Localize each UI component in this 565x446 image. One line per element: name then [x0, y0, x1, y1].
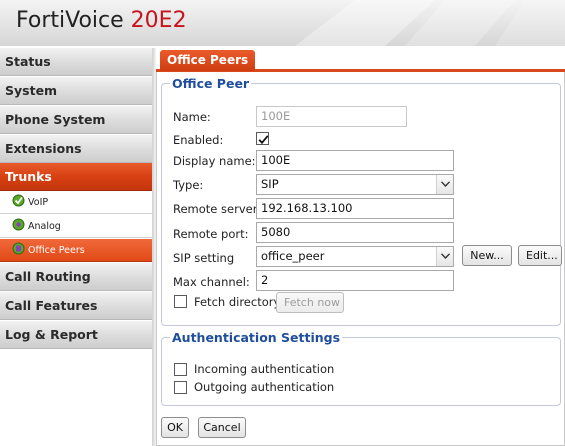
office-peers-icon — [12, 242, 25, 255]
new-sip-setting-button[interactable]: New... — [462, 245, 512, 266]
product-model: 20E2 — [130, 8, 187, 33]
product-name: FortiVoice — [16, 8, 124, 33]
incoming-authentication-label: Incoming authentication — [194, 362, 335, 376]
outgoing-authentication-label: Outgoing authentication — [194, 380, 335, 394]
checkmark-icon — [258, 135, 269, 145]
authentication-legend: Authentication Settings — [172, 330, 341, 345]
max-channel-input[interactable]: 2 — [256, 270, 454, 291]
subnav-item-analog[interactable]: Analog — [0, 215, 152, 238]
name-label: Name: — [173, 110, 211, 124]
subnav-item-voip[interactable]: VoIP — [0, 191, 152, 214]
subnav-label-office-peers: Office Peers — [28, 245, 85, 256]
cancel-button[interactable]: Cancel — [198, 417, 246, 438]
fetch-directory-label: Fetch directory — [194, 295, 281, 309]
sidebar-item-status[interactable]: Status — [0, 48, 152, 76]
type-select-value: SIP — [261, 177, 279, 191]
sidebar-item-trunks[interactable]: Trunks — [0, 163, 152, 191]
subnav-label-analog: Analog — [28, 221, 61, 232]
sidebar-item-extensions[interactable]: Extensions — [0, 135, 152, 163]
outgoing-authentication-checkbox[interactable] — [174, 381, 187, 394]
form-content: Office Peer Name: 100E Enabled: Display … — [156, 72, 565, 446]
display-name-label: Display name: — [173, 154, 256, 168]
remote-server-input[interactable]: 192.168.13.100 — [256, 198, 454, 219]
fetch-directory-checkbox[interactable] — [174, 295, 187, 308]
sip-setting-dropdown-arrow[interactable] — [436, 247, 453, 266]
subnav-label-voip: VoIP — [28, 197, 49, 208]
enabled-checkbox[interactable] — [256, 132, 269, 145]
name-field: 100E — [256, 106, 407, 127]
enabled-label: Enabled: — [173, 133, 224, 147]
type-dropdown-arrow[interactable] — [436, 175, 453, 194]
sip-setting-select-value: office_peer — [261, 249, 325, 263]
main-panel: Office Peers Office Peer Name: 100E Enab… — [156, 48, 565, 446]
product-title: FortiVoice 20E2 — [16, 8, 187, 33]
remote-port-input[interactable]: 5080 — [256, 222, 454, 243]
remote-port-label: Remote port: — [173, 227, 249, 241]
tab-bar: Office Peers — [156, 48, 565, 72]
remote-server-label: Remote server: — [173, 202, 262, 216]
office-peer-legend: Office Peer — [172, 76, 250, 91]
analog-icon — [12, 218, 25, 231]
ok-button[interactable]: OK — [161, 417, 189, 438]
app-header: FortiVoice 20E2 — [0, 0, 565, 46]
sidebar-item-phone-system[interactable]: Phone System — [0, 106, 152, 134]
fetch-now-button[interactable]: Fetch now — [276, 292, 344, 313]
incoming-authentication-checkbox[interactable] — [174, 363, 187, 376]
max-channel-label: Max channel: — [173, 275, 250, 289]
sidebar-item-system[interactable]: System — [0, 77, 152, 105]
edit-sip-setting-button[interactable]: Edit... — [518, 245, 562, 266]
type-select[interactable]: SIP — [256, 174, 454, 195]
sidebar-item-log-report[interactable]: Log & Report — [0, 321, 152, 349]
voip-icon — [12, 194, 25, 207]
display-name-input[interactable]: 100E — [256, 150, 454, 171]
sidebar-item-call-features[interactable]: Call Features — [0, 292, 152, 320]
subnav-item-office-peers[interactable]: Office Peers — [0, 239, 152, 262]
sidebar: Status System Phone System Extensions Tr… — [0, 48, 152, 446]
chevron-down-icon — [441, 253, 450, 259]
sip-setting-label: SIP setting — [173, 251, 235, 265]
chevron-down-icon — [441, 181, 450, 187]
sip-setting-select[interactable]: office_peer — [256, 246, 454, 267]
tab-office-peers[interactable]: Office Peers — [160, 50, 256, 71]
sidebar-item-call-routing[interactable]: Call Routing — [0, 263, 152, 291]
header-decoration — [295, 0, 565, 46]
type-label: Type: — [173, 178, 204, 192]
